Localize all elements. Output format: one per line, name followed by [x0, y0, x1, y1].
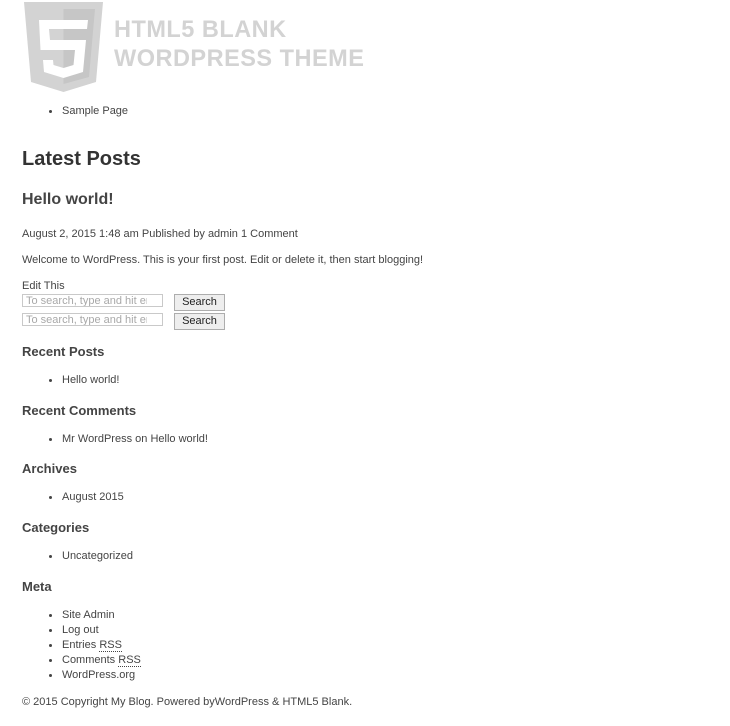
- post-comments-link[interactable]: 1 Comment: [241, 228, 298, 240]
- comments-rss-link[interactable]: Comments RSS: [62, 654, 141, 667]
- post-date: August 2, 2015 1:48 am: [22, 228, 139, 240]
- main-nav: Sample Page: [22, 104, 128, 119]
- meta-item-log-out[interactable]: Log out: [22, 623, 141, 638]
- nav-link[interactable]: Sample Page: [62, 105, 128, 117]
- page-title: Latest Posts: [22, 148, 141, 170]
- wordpress-org-link[interactable]: WordPress.org: [62, 669, 135, 681]
- copyright-text: © 2015 Copyright My Blog. Powered by: [22, 696, 215, 708]
- recent-posts-list: Hello world!: [22, 373, 119, 388]
- site-admin-link[interactable]: Site Admin: [62, 609, 115, 621]
- footer-theme-link[interactable]: HTML5 Blank: [282, 696, 349, 708]
- post-title-link[interactable]: Hello world!: [22, 191, 114, 208]
- post-title[interactable]: Hello world!: [22, 191, 114, 209]
- html5-shield-icon: 5: [24, 2, 103, 92]
- categories-list: Uncategorized: [22, 549, 133, 564]
- log-out-link[interactable]: Log out: [62, 624, 99, 636]
- edit-post-link[interactable]: Edit This: [22, 280, 65, 292]
- rss-abbr: RSS: [99, 639, 122, 652]
- published-by-label: Published by: [141, 228, 205, 240]
- comment-post-link[interactable]: Hello world!: [150, 433, 207, 445]
- list-item: Mr WordPress on Hello world!: [22, 432, 208, 447]
- meta-item-entries-rss[interactable]: Entries RSS: [22, 638, 141, 653]
- post-excerpt: Welcome to WordPress. This is your first…: [22, 254, 424, 266]
- meta-item-comments-rss[interactable]: Comments RSS: [22, 653, 141, 668]
- recent-post-link[interactable]: Hello world!: [62, 374, 119, 386]
- post-author-link[interactable]: admin: [208, 228, 238, 240]
- meta-item-wordpress-org[interactable]: WordPress.org: [22, 668, 141, 683]
- list-item[interactable]: Hello world!: [22, 373, 119, 388]
- comments-label: Comments: [62, 654, 116, 666]
- meta-list: Site Admin Log out Entries RSS Comments …: [22, 608, 141, 683]
- footer-amp: &: [272, 696, 280, 708]
- widget-title-recent-comments: Recent Comments: [22, 403, 137, 418]
- archive-link[interactable]: August 2015: [62, 491, 124, 503]
- archives-list: August 2015: [22, 490, 124, 505]
- widget-title-recent-posts: Recent Posts: [22, 344, 105, 359]
- footer-period: .: [349, 696, 353, 708]
- search-button[interactable]: Search: [174, 294, 225, 311]
- site-footer: © 2015 Copyright My Blog. Powered byWord…: [22, 696, 352, 708]
- rss-abbr: RSS: [118, 654, 141, 667]
- recent-comments-list: Mr WordPress on Hello world!: [22, 432, 208, 447]
- list-item[interactable]: Uncategorized: [22, 549, 133, 564]
- meta-item-site-admin[interactable]: Site Admin: [22, 608, 141, 623]
- search-input[interactable]: [22, 294, 163, 307]
- comment-on-label: on: [135, 433, 148, 445]
- widget-title-meta: Meta: [22, 579, 52, 594]
- logo-text-line-1: HTML5 BLANK: [114, 16, 287, 43]
- logo-text-line-2: WORDPRESS THEME: [114, 45, 365, 72]
- widget-title-archives: Archives: [22, 461, 77, 476]
- category-link[interactable]: Uncategorized: [62, 550, 133, 562]
- site-logo[interactable]: 5 HTML5 BLANK WORDPRESS THEME: [24, 2, 364, 92]
- post-meta: August 2, 2015 1:48 am Published by admi…: [22, 228, 298, 240]
- search-input[interactable]: [22, 313, 163, 326]
- search-button[interactable]: Search: [174, 313, 225, 330]
- widget-title-categories: Categories: [22, 520, 90, 535]
- entries-label: Entries: [62, 639, 97, 651]
- nav-item-sample-page[interactable]: Sample Page: [22, 104, 128, 119]
- entries-rss-link[interactable]: Entries RSS: [62, 639, 122, 652]
- list-item[interactable]: August 2015: [22, 490, 124, 505]
- footer-wordpress-link[interactable]: WordPress: [215, 696, 269, 708]
- comment-author-link[interactable]: Mr WordPress: [62, 433, 132, 445]
